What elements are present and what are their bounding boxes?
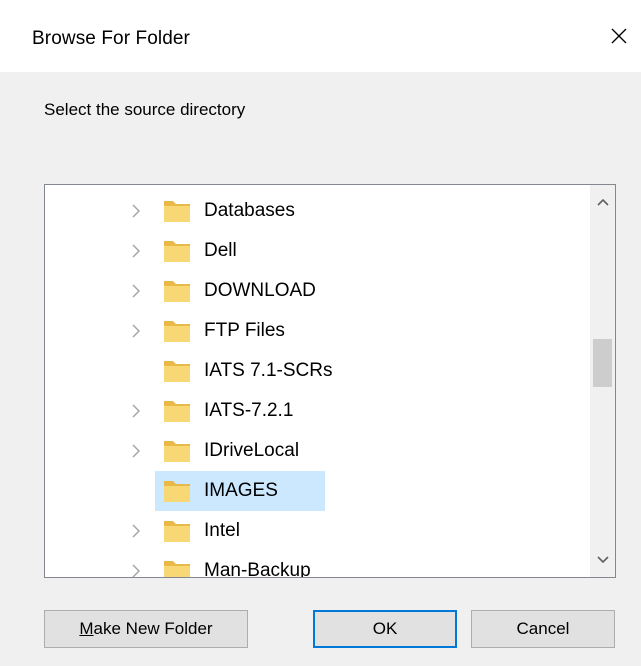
tree-item-label: Man-Backup — [204, 560, 311, 577]
folder-icon — [164, 201, 190, 222]
folder-icon — [164, 481, 190, 502]
chevron-right-icon[interactable] — [129, 243, 143, 259]
chevron-right-icon[interactable] — [129, 323, 143, 339]
cancel-label: Cancel — [516, 619, 570, 638]
tree-item-label: IATS 7.1-SCRs — [204, 360, 333, 381]
tree-item[interactable]: Dell — [45, 231, 590, 271]
tree-item-label: IMAGES — [204, 480, 278, 501]
browse-for-folder-dialog: Browse For Folder Select the source dire… — [0, 0, 641, 666]
scrollbar-thumb[interactable] — [593, 339, 612, 387]
tree-item[interactable]: IATS-7.2.1 — [45, 391, 590, 431]
tree-item-label: FTP Files — [204, 320, 285, 341]
tree-item[interactable]: IMAGES — [45, 471, 590, 511]
folder-icon — [164, 441, 190, 462]
window-title: Browse For Folder — [32, 28, 190, 49]
folder-tree-rows: Databases Dell DOWNLOAD FTP Files IATS 7.1-S… — [45, 185, 590, 577]
chevron-right-icon[interactable] — [129, 403, 143, 419]
chevron-right-icon[interactable] — [129, 283, 143, 299]
ok-button[interactable]: OK — [313, 610, 457, 648]
tree-item[interactable]: FTP Files — [45, 311, 590, 351]
tree-item[interactable]: Databases — [45, 191, 590, 231]
tree-item[interactable]: Man-Backup — [45, 551, 590, 577]
folder-icon — [164, 241, 190, 262]
chevron-right-icon[interactable] — [129, 523, 143, 539]
close-button[interactable] — [597, 14, 641, 58]
title-bar: Browse For Folder — [0, 0, 641, 72]
scroll-up-button[interactable] — [590, 185, 615, 219]
tree-item[interactable]: IATS 7.1-SCRs — [45, 351, 590, 391]
tree-item[interactable]: IDriveLocal — [45, 431, 590, 471]
tree-item[interactable]: Intel — [45, 511, 590, 551]
folder-icon — [164, 361, 190, 382]
chevron-down-icon — [596, 556, 609, 564]
folder-tree[interactable]: Databases Dell DOWNLOAD FTP Files IATS 7.1-S… — [44, 184, 616, 578]
make-new-folder-label: ake New Folder — [93, 619, 213, 638]
tree-item-label: IATS-7.2.1 — [204, 400, 294, 421]
tree-item-label: IDriveLocal — [204, 440, 300, 461]
tree-item-label: Databases — [204, 200, 295, 221]
tree-item[interactable]: DOWNLOAD — [45, 271, 590, 311]
make-new-folder-button[interactable]: Make New Folder — [44, 610, 248, 648]
folder-icon — [164, 401, 190, 422]
folder-icon — [164, 281, 190, 302]
folder-icon — [164, 321, 190, 342]
chevron-right-icon[interactable] — [129, 203, 143, 219]
folder-icon — [164, 521, 190, 542]
tree-item-label: DOWNLOAD — [204, 280, 316, 301]
cancel-button[interactable]: Cancel — [471, 610, 615, 648]
ok-label: OK — [372, 619, 398, 638]
tree-item-label: Intel — [204, 520, 240, 541]
make-new-folder-accelerator: M — [79, 619, 94, 638]
close-icon — [611, 28, 627, 44]
chevron-right-icon[interactable] — [129, 443, 143, 459]
folder-icon — [164, 561, 190, 577]
chevron-right-icon[interactable] — [129, 563, 143, 577]
chevron-up-icon — [596, 198, 609, 206]
vertical-scrollbar[interactable] — [590, 185, 615, 577]
scroll-down-button[interactable] — [590, 543, 615, 577]
tree-item-label: Dell — [204, 240, 237, 261]
instruction-text: Select the source directory — [44, 100, 246, 119]
